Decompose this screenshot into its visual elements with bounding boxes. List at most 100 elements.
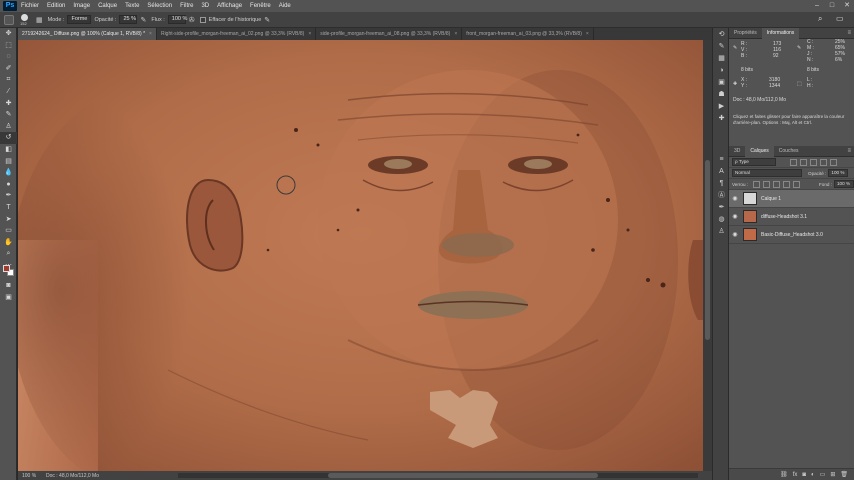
horizontal-scrollbar[interactable] bbox=[178, 473, 698, 478]
link-layers-icon[interactable]: ⛓ bbox=[780, 471, 788, 478]
adjustment-layer-icon[interactable]: ◐ bbox=[811, 472, 815, 478]
blend-mode-select[interactable]: Normal bbox=[732, 169, 802, 177]
layer-row[interactable]: ◉ Calque 1 bbox=[729, 190, 854, 208]
tab-informations[interactable]: Informations bbox=[761, 27, 800, 39]
menu-aide[interactable]: Aide bbox=[279, 3, 291, 9]
glyphs-icon[interactable]: Ⓐ bbox=[714, 190, 729, 201]
eraser-tool-icon[interactable]: ◧ bbox=[0, 144, 17, 156]
erase-history-checkbox[interactable] bbox=[199, 16, 206, 23]
history-panel-icon[interactable]: ⟲ bbox=[714, 29, 729, 40]
tab-front[interactable]: front_morgan-freeman_ai_03.png @ 33,3% (… bbox=[462, 28, 594, 40]
tab-diffuse[interactable]: 2719242624_ Diffuse.png @ 100% (Calque 1… bbox=[18, 28, 157, 40]
filter-adjustment-icon[interactable] bbox=[800, 158, 807, 166]
tab-side-profile[interactable]: side-profile_morgan-freeman_ai_08.png @ … bbox=[316, 28, 463, 40]
lock-artboard-icon[interactable] bbox=[783, 180, 791, 188]
clone-source-icon[interactable]: ♙ bbox=[714, 226, 729, 237]
clone-stamp-tool-icon[interactable]: ♙ bbox=[0, 121, 17, 133]
lock-position-icon[interactable] bbox=[773, 180, 781, 188]
delete-layer-icon[interactable]: 🗑 bbox=[840, 471, 848, 478]
brush-preset-picker[interactable]: 152 bbox=[18, 13, 32, 26]
lasso-tool-icon[interactable]: ◌ bbox=[0, 51, 17, 63]
screen-mode-icon[interactable]: ▣ bbox=[0, 292, 17, 304]
menu-image[interactable]: Image bbox=[73, 3, 90, 9]
lock-all-icon[interactable] bbox=[793, 180, 801, 188]
history-brush-tool-icon[interactable]: ↺ bbox=[0, 132, 17, 144]
canvas[interactable] bbox=[18, 40, 703, 471]
layer-opacity-field[interactable]: 100 % bbox=[828, 169, 849, 177]
healing-brush-tool-icon[interactable]: ✚ bbox=[0, 98, 17, 110]
layer-row[interactable]: ◉ diffuse-Headshot 3.1 bbox=[729, 208, 854, 226]
panel-menu-icon[interactable]: ≡ bbox=[847, 30, 851, 36]
tab-couches[interactable]: Couches bbox=[774, 146, 804, 157]
swatches-icon[interactable]: ▦ bbox=[714, 53, 729, 64]
close-tab-icon[interactable]: × bbox=[586, 28, 589, 40]
marquee-tool-icon[interactable]: ⬚ bbox=[0, 40, 17, 52]
maximize-button[interactable]: □ bbox=[825, 0, 839, 12]
menu-texte[interactable]: Texte bbox=[125, 3, 139, 9]
filter-pixel-icon[interactable] bbox=[790, 158, 797, 166]
close-tab-icon[interactable]: × bbox=[308, 28, 311, 40]
paragraph-icon[interactable]: ¶ bbox=[714, 178, 729, 189]
adjustments-icon[interactable]: ▣ bbox=[714, 77, 729, 88]
tool-presets-icon[interactable]: ✚ bbox=[714, 113, 729, 124]
close-tab-icon[interactable]: × bbox=[454, 28, 457, 40]
channels-icon[interactable]: ≡ bbox=[714, 154, 729, 165]
menu-calque[interactable]: Calque bbox=[98, 3, 117, 9]
layer-row[interactable]: ◉ Basic-Diffuse_Headshot 3.0 bbox=[729, 226, 854, 244]
menu-affichage[interactable]: Affichage bbox=[217, 3, 242, 9]
eyedropper-tool-icon[interactable]: ⁄ bbox=[0, 86, 17, 98]
color-panel-icon[interactable]: ◑ bbox=[714, 65, 729, 76]
close-window-button[interactable]: ✕ bbox=[840, 0, 854, 12]
zoom-level[interactable]: 100 % bbox=[18, 473, 46, 479]
search-icon[interactable]: ⌕ bbox=[818, 14, 822, 24]
airbrush-icon[interactable]: ✇ bbox=[189, 16, 195, 24]
lock-transparency-icon[interactable] bbox=[753, 180, 761, 188]
menu-fichier[interactable]: Fichier bbox=[21, 3, 39, 9]
character-icon[interactable]: A bbox=[714, 166, 729, 177]
layer-filter-select[interactable]: ρ Type bbox=[732, 158, 776, 166]
styles-icon[interactable]: ☗ bbox=[714, 89, 729, 100]
lock-pixels-icon[interactable] bbox=[763, 180, 771, 188]
eraser-tool-preset-icon[interactable] bbox=[4, 14, 14, 25]
tab-right-side-profile[interactable]: Right-side-profile_morgan-freeman_ai_02.… bbox=[157, 28, 317, 40]
vertical-scrollbar[interactable] bbox=[703, 40, 712, 471]
mode-select[interactable]: Forme bbox=[67, 15, 92, 24]
move-tool-icon[interactable]: ✥ bbox=[0, 28, 17, 40]
visibility-eye-icon[interactable]: ◉ bbox=[729, 213, 741, 220]
menu-selection[interactable]: Sélection bbox=[147, 3, 172, 9]
dodge-tool-icon[interactable]: ● bbox=[0, 179, 17, 191]
horizontal-scroll-thumb[interactable] bbox=[328, 473, 598, 478]
close-tab-icon[interactable]: × bbox=[149, 28, 152, 40]
type-tool-icon[interactable]: T bbox=[0, 202, 17, 214]
zoom-tool-icon[interactable]: ⌕ bbox=[0, 248, 17, 260]
brush-presets-icon[interactable]: ✎ bbox=[714, 41, 729, 52]
add-mask-icon[interactable]: ◙ bbox=[802, 472, 806, 478]
menu-edition[interactable]: Edition bbox=[47, 3, 65, 9]
filter-shape-icon[interactable] bbox=[820, 158, 827, 166]
pressure-size-icon[interactable]: ✎ bbox=[264, 16, 270, 24]
new-layer-icon[interactable]: ⊞ bbox=[830, 471, 835, 478]
visibility-eye-icon[interactable]: ◉ bbox=[729, 231, 741, 238]
blur-tool-icon[interactable]: 💧 bbox=[0, 167, 17, 179]
fill-field[interactable]: 100 % bbox=[834, 180, 854, 188]
minimize-button[interactable]: – bbox=[810, 0, 824, 12]
new-group-icon[interactable]: ▭ bbox=[820, 471, 826, 478]
path-selection-tool-icon[interactable]: ➤ bbox=[0, 214, 17, 226]
panel-menu-icon[interactable]: ≡ bbox=[847, 148, 851, 154]
3d-icon[interactable]: ◍ bbox=[714, 214, 729, 225]
menu-3d[interactable]: 3D bbox=[201, 3, 209, 9]
menu-filtre[interactable]: Filtre bbox=[180, 3, 193, 9]
menu-fenetre[interactable]: Fenêtre bbox=[250, 3, 271, 9]
vertical-scroll-thumb[interactable] bbox=[705, 160, 710, 340]
flow-field[interactable]: 100 % bbox=[167, 15, 187, 24]
workspace-icon[interactable]: ▭ bbox=[836, 14, 844, 23]
pen-tool-icon[interactable]: ✒ bbox=[0, 190, 17, 202]
layer-style-icon[interactable]: fx bbox=[793, 472, 798, 478]
opacity-field[interactable]: 25 % bbox=[119, 15, 138, 24]
paths-icon[interactable]: ✒ bbox=[714, 202, 729, 213]
brush-tool-icon[interactable]: ✎ bbox=[0, 109, 17, 121]
filter-type-icon[interactable] bbox=[810, 158, 817, 166]
crop-tool-icon[interactable]: ⌗ bbox=[0, 74, 17, 86]
brush-panel-icon[interactable]: ▦ bbox=[36, 16, 43, 24]
tab-3d[interactable]: 3D bbox=[729, 146, 745, 157]
